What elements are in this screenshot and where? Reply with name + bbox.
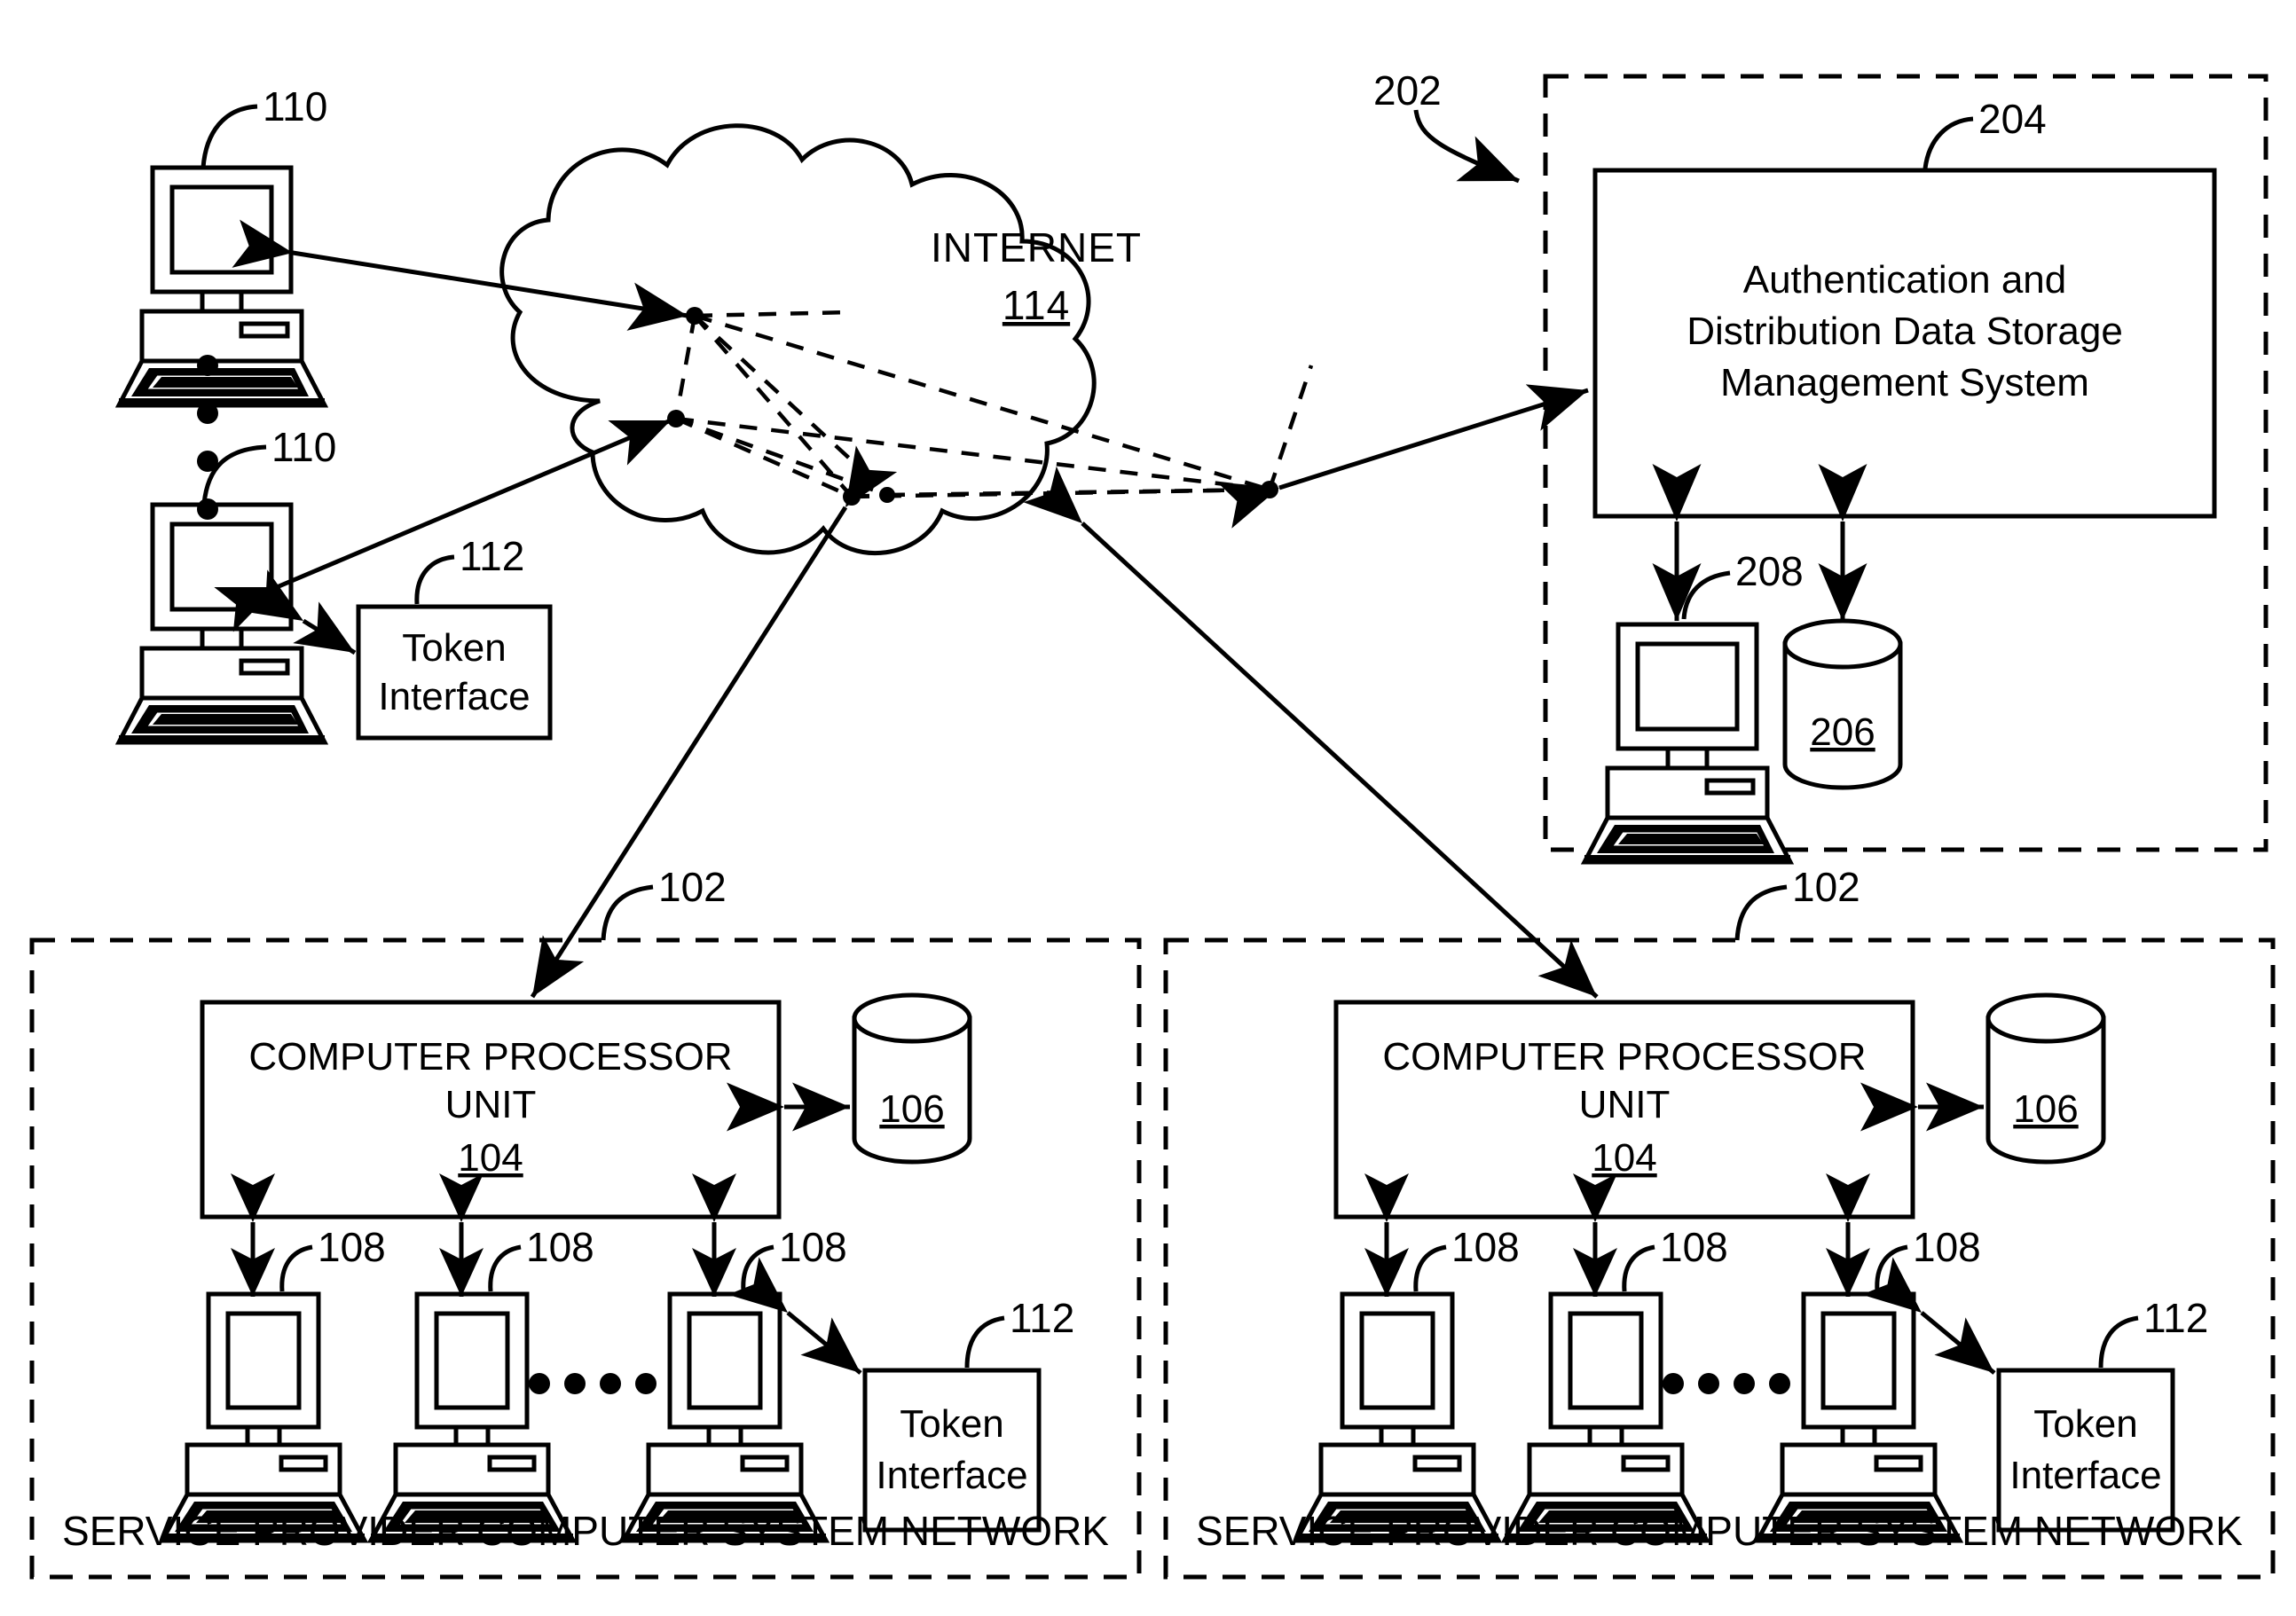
internet-node (879, 487, 895, 503)
network-left-token-interface-box[interactable]: Token Interface (862, 1368, 1042, 1533)
admin-computer-leader (1652, 464, 1731, 621)
network-left-102-leader (601, 884, 654, 941)
system-box-line3: Management System (1720, 361, 2089, 404)
network-right-terminal-1[interactable] (1296, 1294, 1498, 1541)
processor-box-right[interactable]: COMPUTER PROCESSOR UNIT 104 (1333, 1000, 1915, 1220)
internet-node-mesh (667, 307, 1314, 506)
processor-right-line2: UNIT (1579, 1083, 1671, 1126)
network-right-102-leader (1734, 884, 1788, 941)
network-right-token-interface-box[interactable]: Token Interface (1996, 1368, 2175, 1533)
internet-cloud (499, 123, 1097, 556)
internet-node (843, 488, 861, 506)
network-right-terminal-3[interactable] (1757, 1294, 1960, 1541)
ref-112-client: 112 (460, 533, 524, 579)
client-computer-bottom[interactable] (119, 505, 325, 742)
system-box-line1: Authentication and (1743, 258, 2067, 302)
network-right-caption: SERVICE PROVIDER COMPUTER SYSTEM NETWORK (1196, 1508, 2243, 1554)
ref-110-bottom: 110 (271, 424, 336, 470)
processor-box-left[interactable]: COMPUTER PROCESSOR UNIT 104 (200, 1000, 782, 1220)
processor-left-line1: COMPUTER PROCESSOR (248, 1035, 732, 1079)
patent-figure: Token Interface Authentication and Distr… (29, 67, 2276, 1580)
system-box-line2: Distribution Data Storage (1687, 310, 2123, 353)
ref-112-right: 112 (2143, 1295, 2208, 1341)
network-right-ellipsis-dots (1663, 1373, 1790, 1394)
network-right-terminal-2[interactable] (1505, 1294, 1707, 1541)
ref-108-right-2: 108 (1660, 1224, 1728, 1270)
network-left-database-106[interactable] (854, 995, 970, 1162)
cloud-to-left-network-arrow (530, 445, 898, 999)
ref-208: 208 (1735, 548, 1804, 594)
ref-110-top: 110 (263, 83, 327, 129)
network-right-db-ref: 106 (2013, 1087, 2078, 1131)
ref-108-left-2: 108 (526, 1224, 594, 1270)
cloud-to-right-network-arrow (1023, 466, 1599, 999)
network-left-token-line1: Token (900, 1402, 1003, 1446)
network-left-terminal-1[interactable] (162, 1294, 365, 1541)
client-token-interface-box[interactable]: Token Interface (356, 604, 553, 741)
ref-108-left-3: 108 (779, 1224, 847, 1270)
auth-distribution-system-box[interactable]: Authentication and Distribution Data Sto… (1592, 168, 2217, 519)
processor-right-ref: 104 (1592, 1136, 1656, 1180)
internet-ref: 114 (1003, 282, 1070, 328)
figure-canvas: Token Interface Authentication and Distr… (0, 0, 2296, 1616)
internet-node (686, 307, 704, 325)
system-box-204-leader (1923, 116, 1974, 169)
ref-202: 202 (1373, 67, 1442, 114)
ref-204: 204 (1978, 96, 2047, 142)
processor-right-line1: COMPUTER PROCESSOR (1382, 1035, 1866, 1079)
network-left-terminal-2[interactable] (371, 1294, 573, 1541)
internet-node (1261, 481, 1278, 498)
ref-206: 206 (1810, 710, 1875, 754)
processor-left-line2: UNIT (445, 1083, 537, 1126)
ref-102-right: 102 (1792, 864, 1860, 910)
ref-112-left: 112 (1010, 1295, 1074, 1341)
enclosure-202-leader (1413, 109, 1520, 184)
network-right-token-line2: Interface (2009, 1454, 2161, 1497)
ref-102-left: 102 (658, 864, 727, 910)
management-database-206[interactable] (1785, 621, 1900, 788)
network-left-caption: SERVICE PROVIDER COMPUTER SYSTEM NETWORK (62, 1508, 1109, 1554)
network-left-ellipsis-dots (529, 1373, 657, 1394)
processor-left-ref: 104 (458, 1136, 523, 1180)
internet-label: INTERNET (931, 224, 1142, 271)
admin-computer-208[interactable] (1584, 624, 1790, 862)
network-right-token-line1: Token (2033, 1402, 2137, 1446)
client-token-line2: Interface (378, 675, 530, 718)
network-left-terminal-3[interactable] (624, 1294, 826, 1541)
client-computer-top[interactable] (119, 168, 325, 405)
network-left-db-ref: 106 (879, 1087, 944, 1131)
ref-108-right-3: 108 (1913, 1224, 1981, 1270)
network-left-token-leader (727, 1257, 1005, 1375)
network-left-token-line2: Interface (876, 1454, 1027, 1497)
client-token-line1: Token (402, 626, 506, 670)
network-right-database-106[interactable] (1988, 995, 2103, 1162)
network-right-token-leader (1861, 1257, 2139, 1375)
ref-108-right-1: 108 (1451, 1224, 1520, 1270)
cloud-to-system-arrow (1216, 384, 1589, 529)
client-top-leader (201, 104, 258, 169)
ref-108-left-1: 108 (318, 1224, 386, 1270)
